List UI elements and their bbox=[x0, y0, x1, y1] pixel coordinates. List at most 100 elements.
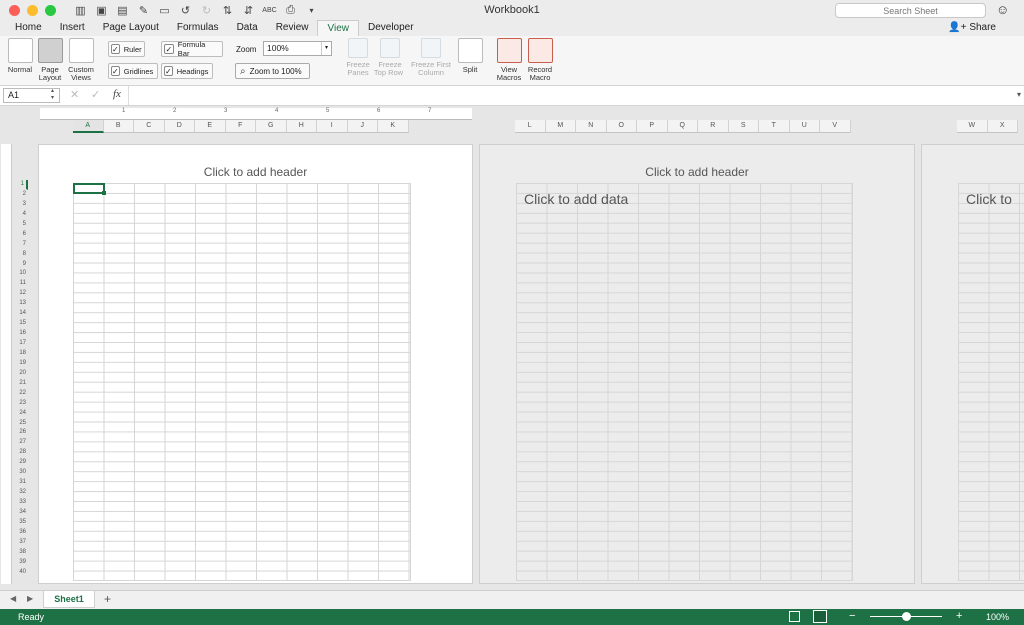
column-header[interactable]: H bbox=[286, 120, 317, 133]
row-header[interactable]: 9 bbox=[12, 260, 28, 270]
row-header[interactable]: 31 bbox=[12, 478, 28, 489]
normal-view-button[interactable]: Normal bbox=[5, 38, 35, 74]
column-header[interactable]: D bbox=[164, 120, 195, 133]
row-header[interactable]: 16 bbox=[12, 329, 28, 339]
sheet-tab-sheet1[interactable]: Sheet1 bbox=[43, 591, 95, 608]
column-header-a[interactable]: A bbox=[73, 120, 104, 133]
picture-icon[interactable]: ▭ bbox=[156, 3, 173, 18]
tab-page-layout[interactable]: Page Layout bbox=[94, 20, 168, 36]
custom-views-button[interactable]: Custom Views bbox=[66, 38, 96, 82]
page-layout-view-icon[interactable] bbox=[813, 610, 827, 623]
share-button[interactable]: 👤+ Share bbox=[948, 20, 996, 35]
row-header[interactable]: 12 bbox=[12, 289, 28, 300]
add-data-placeholder[interactable]: Click to add data bbox=[524, 191, 628, 207]
page-layout-view-button[interactable]: Page Layout bbox=[35, 38, 65, 82]
record-macro-button[interactable]: Record Macro bbox=[525, 38, 555, 82]
add-data-placeholder[interactable]: Click to bbox=[966, 191, 1012, 207]
row-header[interactable]: 21 bbox=[12, 379, 28, 389]
row-header[interactable]: 11 bbox=[12, 279, 28, 290]
row-header[interactable]: 28 bbox=[12, 448, 28, 459]
normal-view-icon[interactable] bbox=[789, 611, 800, 622]
new-document-icon[interactable]: ▤ bbox=[114, 3, 131, 18]
tab-insert[interactable]: Insert bbox=[51, 20, 94, 36]
zoom-select[interactable]: 100% ▾ bbox=[263, 41, 332, 56]
cell-grid[interactable] bbox=[516, 183, 853, 581]
add-sheet-icon[interactable]: + bbox=[104, 592, 111, 606]
column-header[interactable]: Q bbox=[667, 120, 698, 133]
column-header[interactable]: G bbox=[256, 120, 287, 133]
row-header[interactable]: 25 bbox=[12, 419, 28, 429]
row-header[interactable]: 36 bbox=[12, 528, 28, 538]
search-input[interactable]: Search Sheet bbox=[835, 3, 986, 18]
row-header[interactable]: 39 bbox=[12, 558, 28, 568]
sort-descending-icon[interactable]: ⇵ bbox=[240, 3, 257, 18]
row-header[interactable]: 13 bbox=[12, 299, 28, 310]
active-cell-a1[interactable] bbox=[73, 183, 106, 195]
row-header[interactable]: 33 bbox=[12, 498, 28, 508]
name-box-stepper-icon[interactable]: ▴ ▾ bbox=[51, 88, 54, 102]
row-header[interactable]: 20 bbox=[12, 369, 28, 379]
tab-home[interactable]: Home bbox=[6, 20, 51, 36]
column-header[interactable]: M bbox=[545, 120, 576, 133]
cell-grid[interactable] bbox=[73, 183, 411, 581]
row-header[interactable]: 27 bbox=[12, 438, 28, 449]
row-header[interactable]: 32 bbox=[12, 488, 28, 498]
column-header[interactable]: U bbox=[789, 120, 820, 133]
row-header[interactable]: 17 bbox=[12, 339, 28, 349]
tab-view[interactable]: View bbox=[317, 20, 359, 36]
cell-grid[interactable] bbox=[958, 183, 1024, 581]
row-header[interactable]: 6 bbox=[12, 230, 28, 240]
save-icon[interactable]: ▣ bbox=[93, 3, 110, 18]
zoom-out-icon[interactable]: − bbox=[849, 610, 855, 622]
page-header-placeholder[interactable]: Click to add header bbox=[480, 165, 914, 179]
gridlines-checkbox[interactable]: ✓ Gridlines bbox=[108, 63, 158, 79]
column-header[interactable]: N bbox=[576, 120, 607, 133]
column-header[interactable]: B bbox=[103, 120, 134, 133]
row-header[interactable]: 23 bbox=[12, 399, 28, 409]
column-header[interactable]: J bbox=[347, 120, 378, 133]
row-header[interactable]: 24 bbox=[12, 409, 28, 419]
sort-ascending-icon[interactable]: ⇅ bbox=[219, 3, 236, 18]
row-header[interactable]: 18 bbox=[12, 349, 28, 359]
close-button[interactable] bbox=[9, 4, 20, 16]
row-header[interactable]: 10 bbox=[12, 269, 28, 280]
row-header[interactable]: 8 bbox=[12, 250, 28, 260]
row-header[interactable]: 4 bbox=[12, 210, 28, 220]
tab-data[interactable]: Data bbox=[228, 20, 267, 36]
row-header[interactable]: 19 bbox=[12, 359, 28, 369]
view-macros-button[interactable]: View Macros bbox=[494, 38, 524, 82]
column-header[interactable]: I bbox=[317, 120, 348, 133]
next-sheet-icon[interactable]: ▶ bbox=[27, 594, 33, 603]
column-header[interactable]: O bbox=[606, 120, 637, 133]
column-header[interactable]: V bbox=[820, 120, 851, 133]
tab-developer[interactable]: Developer bbox=[359, 20, 423, 36]
ruler-checkbox[interactable]: ✓ Ruler bbox=[108, 41, 145, 57]
row-header[interactable]: 30 bbox=[12, 468, 28, 479]
column-header[interactable]: T bbox=[759, 120, 790, 133]
row-header-1[interactable]: 1 bbox=[12, 180, 28, 190]
freeze-first-column-button[interactable]: Freeze First Column bbox=[411, 38, 451, 77]
confirm-icon[interactable]: ✓ bbox=[91, 88, 100, 101]
maximize-button[interactable] bbox=[45, 4, 56, 16]
spelling-icon[interactable]: ABC bbox=[261, 3, 278, 18]
insert-function-icon[interactable]: fx bbox=[113, 88, 121, 100]
column-header[interactable]: P bbox=[637, 120, 668, 133]
row-header[interactable]: 2 bbox=[12, 190, 28, 200]
column-header[interactable]: W bbox=[957, 120, 988, 133]
row-header[interactable]: 34 bbox=[12, 508, 28, 518]
row-header[interactable]: 22 bbox=[12, 389, 28, 399]
minimize-button[interactable] bbox=[27, 4, 38, 16]
freeze-panes-button[interactable]: Freeze Panes bbox=[343, 38, 373, 77]
column-header[interactable]: K bbox=[378, 120, 409, 133]
vertical-ruler[interactable] bbox=[1, 144, 12, 584]
column-header[interactable]: X bbox=[987, 120, 1018, 133]
feedback-smiley-icon[interactable]: ☺ bbox=[996, 2, 1009, 17]
tab-formulas[interactable]: Formulas bbox=[168, 20, 228, 36]
row-header[interactable]: 40 bbox=[12, 568, 28, 578]
column-header[interactable]: C bbox=[134, 120, 165, 133]
row-header[interactable]: 15 bbox=[12, 319, 28, 330]
row-header[interactable]: 5 bbox=[12, 220, 28, 230]
page-header-placeholder[interactable]: Click to add header bbox=[39, 165, 472, 179]
split-button[interactable]: Split bbox=[455, 38, 485, 74]
freeze-top-row-button[interactable]: Freeze Top Row bbox=[374, 38, 405, 77]
